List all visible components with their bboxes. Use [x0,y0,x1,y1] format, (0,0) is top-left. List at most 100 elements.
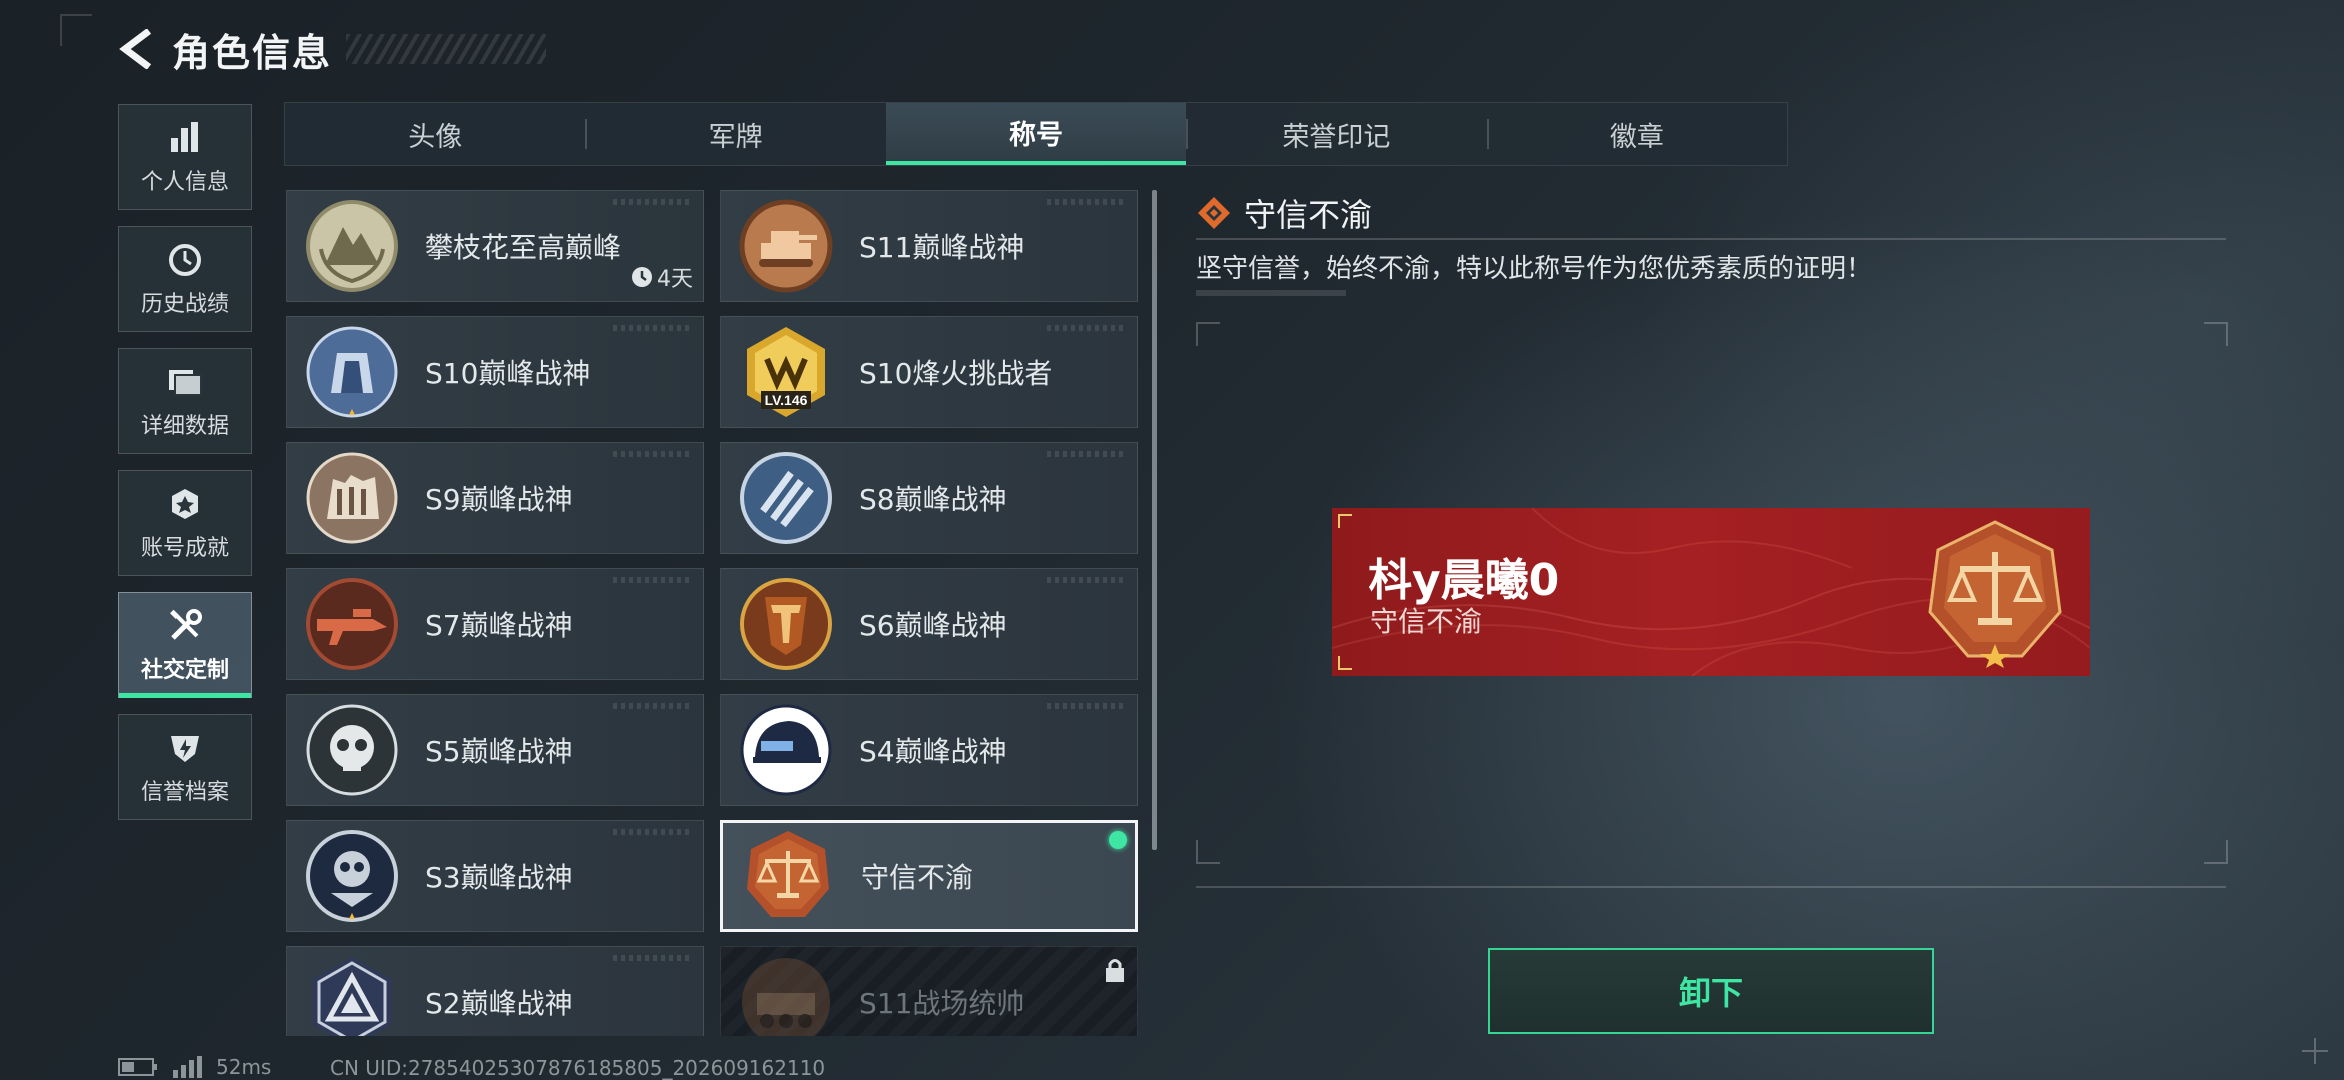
title-card-locked[interactable]: S11战场统帅 [720,946,1138,1036]
banner-corner [1338,514,1352,528]
title-name: S8巅峰战神 [859,483,1007,516]
title-card[interactable]: S2巅峰战神 [286,946,704,1036]
title-name: S7巅峰战神 [425,609,573,642]
title-card[interactable]: S10巅峰战神 [286,316,704,428]
frame-corner [60,14,92,46]
title-preview-banner: 枓y晨曦0 守信不渝 [1332,508,2090,676]
title-card[interactable]: LV.146 S10烽火挑战者 [720,316,1138,428]
folder-icon [165,362,205,402]
title-card[interactable]: S4巅峰战神 [720,694,1138,806]
sidebar-item-label: 个人信息 [140,170,229,195]
title-card[interactable]: S8巅峰战神 [720,442,1138,554]
title-name: S10巅峰战神 [425,357,591,390]
frame-corner [2204,322,2228,346]
title-card[interactable]: S7巅峰战神 [286,568,704,680]
timer-text: 4天 [657,267,693,292]
user-uid: CN UID:2785402530787618580​5_20260916211… [330,1056,826,1080]
card-decoration [613,325,693,331]
rifle-medal-icon [303,575,401,673]
tab-title[interactable]: 称号 [885,103,1187,165]
divider [1196,238,2226,240]
crosshair-icon [2302,1038,2328,1064]
grid-scrollbar[interactable] [1152,190,1157,850]
banner-corner [1338,656,1352,670]
title-card[interactable]: S11巅峰战神 [720,190,1138,302]
tools-icon [165,606,205,646]
tab-badge[interactable]: 徽章 [1486,103,1787,165]
card-decoration [613,199,693,205]
detail-header: 守信不渝 [1196,190,1372,236]
sidebar-item-label: 历史战绩 [140,292,229,317]
sidebar: 个人信息 历史战绩 详细数据 账号成就 社交定制 信誉档案 [118,104,252,836]
gold-crown-medal-icon: LV.146 [737,323,835,421]
title-name: S11巅峰战神 [859,231,1025,264]
frame-corner [1196,322,1220,346]
title-name: S9巅峰战神 [425,483,573,516]
battery-icon [118,1058,158,1076]
back-button[interactable] [116,27,160,71]
title-name: S4巅峰战神 [859,735,1007,768]
silver-skull-medal-icon [303,827,401,925]
sidebar-item-personal-info[interactable]: 个人信息 [118,104,252,210]
title-card[interactable]: S5巅峰战神 [286,694,704,806]
signal-icon [172,1056,202,1078]
laurel-mountain-medal-icon [303,197,401,295]
decoration-bar [1196,290,1346,296]
title-card-selected[interactable]: 守信不渝 [720,820,1138,932]
title-name: S3巅峰战神 [425,861,573,894]
tab-bar: 头像 军牌 称号 荣誉印记 徽章 [284,102,1788,166]
title-name: 攀枝花至高巅峰 [425,231,622,264]
card-decoration [613,955,693,961]
card-decoration [1047,451,1127,457]
tab-dogtag[interactable]: 军牌 [585,103,885,165]
expiry-timer: 4天 [631,261,693,293]
unequip-button[interactable]: 卸下 [1488,948,1934,1034]
sidebar-item-label: 账号成就 [140,536,229,561]
title-card[interactable]: S6巅峰战神 [720,568,1138,680]
card-decoration [1047,325,1127,331]
equipped-indicator [1109,831,1127,849]
ruins-medal-icon [303,449,401,547]
title-card[interactable]: S9巅峰战神 [286,442,704,554]
clock-icon [632,267,652,287]
card-decoration [613,451,693,457]
bar-chart-icon [165,118,205,158]
card-decoration [613,577,693,583]
triangle-medal-icon [303,953,401,1036]
title-grid: 攀枝花至高巅峰 4天 S11巅峰战神 S10巅峰战神 LV.146 S10烽火挑… [286,190,1140,1036]
page-title: 角色信息 [172,30,333,75]
diamond-icon [1198,197,1230,229]
sidebar-item-details[interactable]: 详细数据 [118,348,252,454]
sidebar-item-history[interactable]: 历史战绩 [118,226,252,332]
player-title: 守信不渝 [1370,605,1483,638]
helmet-medal-icon [737,701,835,799]
gold-t-medal-icon [737,575,835,673]
frame-corner [2204,840,2228,864]
frame-corner [1196,840,1220,864]
card-decoration [1047,199,1127,205]
title-card[interactable]: 攀枝花至高巅峰 4天 [286,190,704,302]
scales-medal-icon [739,827,837,925]
scales-medal-icon [1928,520,2062,668]
title-card[interactable]: S3巅峰战神 [286,820,704,932]
sidebar-item-achievements[interactable]: 账号成就 [118,470,252,576]
title-name: S11战场统帅 [859,987,1025,1020]
card-decoration [613,703,693,709]
clock-icon [165,240,205,280]
blue-fortress-medal-icon [303,323,401,421]
sidebar-item-label: 社交定制 [140,658,229,683]
tank-medal-icon [737,197,835,295]
tab-avatar[interactable]: 头像 [285,103,585,165]
sidebar-item-label: 信誉档案 [140,780,229,805]
detail-description: 坚守信誉，始终不渝，特以此称号作为您优秀素质的证明！ [1196,254,1873,284]
detail-title: 守信不渝 [1244,196,1373,234]
player-name: 枓y晨曦0 [1368,555,1560,606]
sidebar-item-social[interactable]: 社交定制 [118,592,252,698]
tab-honor-mark[interactable]: 荣誉印记 [1186,103,1486,165]
skull-medal-icon [303,701,401,799]
sidebar-item-credit[interactable]: 信誉档案 [118,714,252,820]
sidebar-item-label: 详细数据 [140,414,229,439]
card-decoration [1047,703,1127,709]
blue-stripes-medal-icon [737,449,835,547]
armored-vehicle-medal-icon [737,953,835,1036]
